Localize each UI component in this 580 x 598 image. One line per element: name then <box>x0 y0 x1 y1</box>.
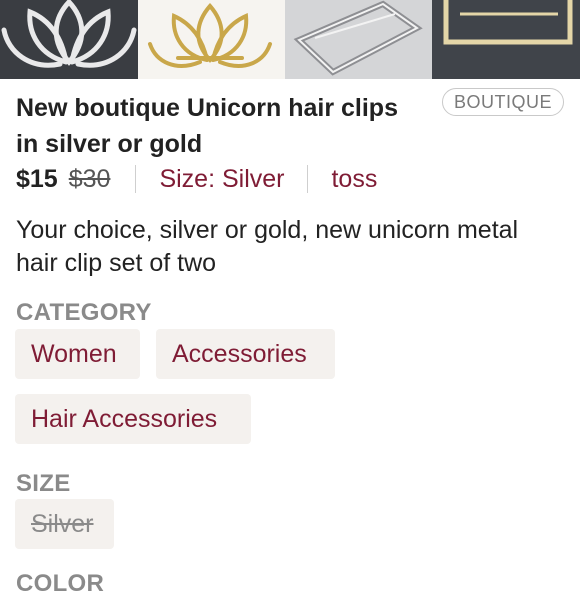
rectangle-clip-silver-icon <box>285 0 432 79</box>
size-link[interactable]: Size: Silver <box>159 165 284 194</box>
listing-description: Your choice, silver or gold, new unicorn… <box>16 216 519 277</box>
photo-thumbnail-4[interactable] <box>432 0 580 79</box>
category-heading: CATEGORY <box>16 299 152 326</box>
category-chip-hair-accessories[interactable]: Hair Accessories <box>15 394 251 444</box>
photo-thumbnail-1[interactable] <box>0 0 138 79</box>
size-option-silver[interactable]: Silver <box>15 499 114 549</box>
category-chip-accessories[interactable]: Accessories <box>156 329 335 379</box>
size-heading: SIZE <box>16 470 71 497</box>
price-row: $15 $30 Size: Silver toss <box>16 163 377 195</box>
lotus-clip-gold-icon <box>148 2 272 68</box>
color-heading: COLOR <box>16 570 105 597</box>
divider <box>135 165 137 193</box>
original-price: $30 <box>68 164 111 193</box>
listing-title: New boutique Unicorn hair clips in silve… <box>16 94 398 158</box>
boutique-badge: BOUTIQUE <box>442 88 564 116</box>
lotus-clip-silver-icon <box>1 0 137 68</box>
listing-price: $15 <box>16 164 58 193</box>
seller-link[interactable]: toss <box>331 165 377 194</box>
rectangle-clip-gold-icon <box>443 0 573 45</box>
photo-thumbnail-3[interactable] <box>285 0 432 79</box>
photo-thumbnail-2[interactable] <box>138 0 285 79</box>
divider <box>307 165 309 193</box>
category-chip-women[interactable]: Women <box>15 329 140 379</box>
photo-carousel[interactable] <box>0 0 580 79</box>
